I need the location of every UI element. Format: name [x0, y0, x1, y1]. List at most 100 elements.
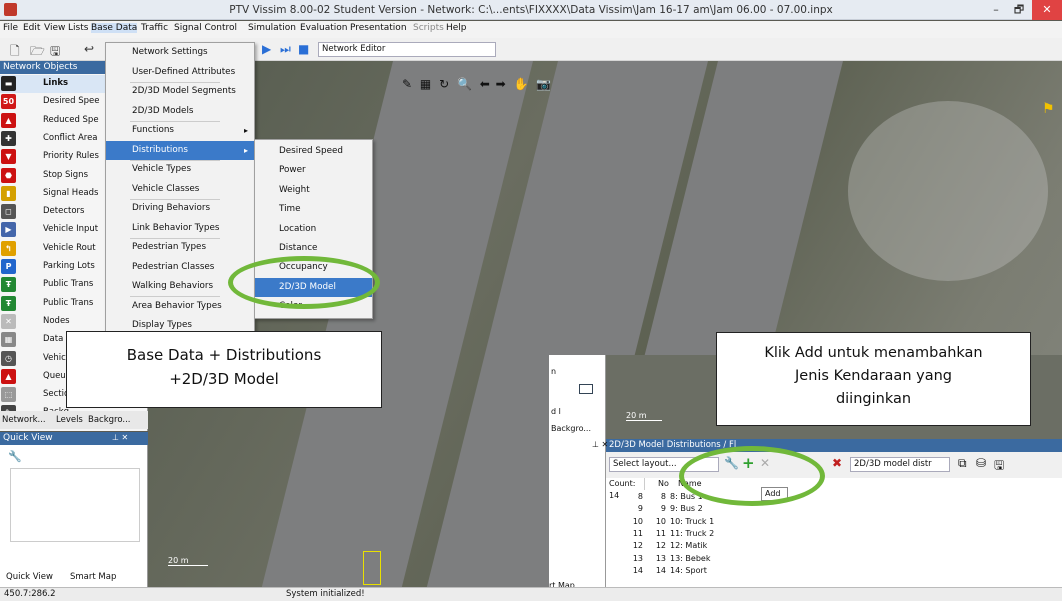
row-index: 9	[637, 504, 643, 514]
distributions-menu-item[interactable]: Weight	[255, 181, 372, 200]
open-folder-icon[interactable]: 🗁	[30, 42, 45, 63]
base-data-menu-item[interactable]: User-Defined Attributes	[106, 63, 254, 83]
menu-signal-control[interactable]: Signal Control	[174, 23, 237, 33]
network-object-icon: ✕	[1, 313, 16, 329]
rotate-icon[interactable]: ↻	[439, 77, 449, 91]
stop-icon[interactable]: ■	[298, 42, 309, 56]
tab-levels[interactable]: Levels	[56, 415, 83, 425]
new-file-icon[interactable]: 🗋	[10, 42, 20, 63]
base-data-menu-item[interactable]: Vehicle Classes	[106, 180, 254, 200]
row-name[interactable]: 11: Truck 2	[670, 528, 714, 540]
network-object-icon: P	[1, 259, 16, 274]
base-data-menu-item[interactable]: Pedestrian Types	[106, 238, 254, 258]
callout-right: Klik Add untuk menambahkan Jenis Kendara…	[716, 332, 1031, 426]
network-object-icon: Ŧ	[1, 277, 16, 293]
save-list-icon[interactable]: 🖫	[994, 456, 1004, 477]
tab-smart-map[interactable]: Smart Map	[70, 572, 116, 582]
grid-icon[interactable]: ▦	[420, 77, 431, 91]
minimize-button[interactable]: –	[985, 0, 1007, 20]
maximize-button[interactable]: 🗗	[1008, 0, 1030, 20]
network-object-icon: ✚	[1, 130, 16, 146]
menu-base-data[interactable]: Base Data	[91, 23, 138, 33]
copy-icon[interactable]: ⧉	[958, 456, 967, 471]
row-no[interactable]: 14	[646, 565, 666, 577]
row-name[interactable]: 14: Sport	[670, 565, 707, 577]
row-no[interactable]: 13	[646, 553, 666, 565]
tools-icon[interactable]: ✖	[832, 456, 842, 470]
menu-view[interactable]: View	[44, 23, 65, 33]
menu-traffic[interactable]: Traffic	[141, 23, 168, 33]
save-icon[interactable]: 🖫	[50, 42, 60, 63]
network-object-label: Vehicle Input	[43, 224, 99, 235]
color-swatch[interactable]	[579, 384, 593, 394]
network-object-label: Vehicle Rout	[43, 242, 96, 253]
back-arrow-icon[interactable]: ⬅	[480, 77, 490, 91]
row-name[interactable]: 9: Bus 2	[670, 503, 703, 515]
window-title: PTV Vissim 8.00-02 Student Version - Net…	[229, 4, 833, 16]
signal-head-icon[interactable]: ⚑	[1042, 101, 1055, 117]
database-icon[interactable]: ⛁	[976, 456, 986, 470]
base-data-menu-item[interactable]: Network Settings	[106, 43, 254, 63]
row-no[interactable]: 12	[646, 540, 666, 552]
tab-backgrounds-dock[interactable]: Backgro...	[551, 424, 591, 433]
tab-network[interactable]: Network...	[2, 415, 46, 425]
tab-backgrounds[interactable]: Backgro...	[88, 415, 131, 425]
base-data-menu-item[interactable]: Area Behavior Types	[106, 297, 254, 317]
network-objects-tabs: Network... Levels Backgro...	[0, 411, 148, 429]
network-object-label: Vehic	[43, 352, 66, 363]
forward-arrow-icon[interactable]: ➡	[496, 77, 506, 91]
model-distribution-select[interactable]: 2D/3D model distr	[850, 457, 950, 472]
base-data-menu-item[interactable]: Vehicle Types	[106, 160, 254, 180]
row-name[interactable]: 12: Matik	[670, 540, 707, 552]
base-data-menu-item[interactable]: Driving Behaviors	[106, 199, 254, 219]
menu-scripts[interactable]: Scripts	[413, 23, 444, 33]
edit-icon[interactable]: ✎	[402, 77, 412, 91]
tab-quick-view[interactable]: Quick View	[6, 572, 53, 582]
row-no[interactable]: 11	[646, 528, 666, 540]
step-icon[interactable]: ⏭	[280, 42, 291, 57]
distributions-menu-item[interactable]: Desired Speed	[255, 142, 372, 161]
distributions-menu-item[interactable]: Location	[255, 220, 372, 239]
menu-separator	[130, 159, 220, 161]
quick-view-pin-icon[interactable]: ⊥ ✕	[112, 433, 128, 442]
base-data-menu-item[interactable]: Link Behavior Types	[106, 219, 254, 239]
base-data-menu-item[interactable]: Distributions	[106, 140, 254, 160]
distributions-menu-item[interactable]: Power	[255, 161, 372, 180]
menu-simulation[interactable]: Simulation	[248, 23, 296, 33]
network-object-label: Priority Rules	[43, 151, 99, 162]
base-data-menu-item[interactable]: 2D/3D Model Segments	[106, 82, 254, 102]
row-no[interactable]: 8	[646, 491, 666, 503]
screenshot-icon[interactable]: 📷	[536, 77, 551, 91]
vehicle-outline	[363, 551, 381, 585]
zoom-icon[interactable]: 🔍	[457, 77, 472, 91]
menu-presentation[interactable]: Presentation	[350, 23, 407, 33]
undo-icon[interactable]: ↩	[84, 42, 94, 56]
wrench-icon[interactable]: 🔧	[8, 450, 22, 463]
dock-pin-icon[interactable]: ⊥ ✕	[592, 440, 608, 449]
base-data-menu-item[interactable]: 2D/3D Models	[106, 102, 254, 122]
scale-bar: 20 m	[168, 556, 208, 566]
base-data-menu-item[interactable]: Functions	[106, 121, 254, 141]
network-object-label: Desired Spee	[43, 96, 100, 107]
highlight-add-button	[679, 446, 825, 506]
col-no-header[interactable]: No	[658, 478, 669, 490]
menu-help[interactable]: Help	[446, 23, 467, 33]
menu-evaluation[interactable]: Evaluation	[300, 23, 348, 33]
play-icon[interactable]: ▶	[262, 42, 271, 56]
network-object-icon: ▼	[1, 149, 16, 165]
row-no[interactable]: 10	[646, 516, 666, 528]
row-name[interactable]: 13: Bebek	[670, 553, 710, 565]
pan-icon[interactable]: ✋	[514, 77, 529, 91]
row-index: 13	[632, 553, 643, 563]
row-name[interactable]: 10: Truck 1	[670, 516, 714, 528]
close-button[interactable]: ✕	[1032, 0, 1062, 20]
menu-lists[interactable]: Lists	[68, 23, 88, 33]
row-no[interactable]: 9	[646, 503, 666, 515]
distributions-menu-item[interactable]: Time	[255, 200, 372, 219]
network-editor-select[interactable]: Network Editor	[318, 42, 496, 57]
menu-edit[interactable]: Edit	[23, 23, 40, 33]
menu-file[interactable]: File	[3, 23, 18, 33]
network-object-icon: ◻	[1, 204, 16, 220]
menu-separator	[130, 198, 220, 200]
model-distributions-grid[interactable]: Count: 14 No Name Add 8 8 8: Bus 1 9 9 9: Bus…	[606, 478, 1062, 587]
